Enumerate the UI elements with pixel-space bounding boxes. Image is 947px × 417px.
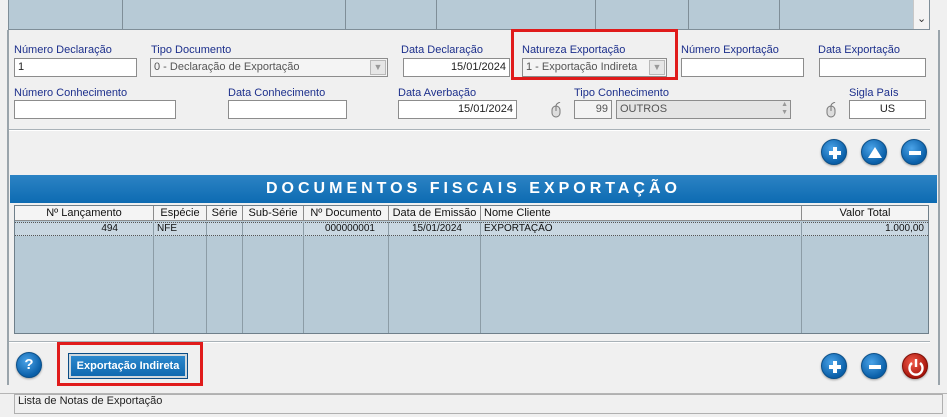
minus-icon [909,151,921,155]
numero-conhecimento-input[interactable] [14,100,176,119]
section-title: DOCUMENTOS FISCAIS EXPORTAÇÃO [10,175,937,203]
plus-icon [829,147,841,159]
cell-valor-total: 1.000,00 [885,223,924,234]
data-averbacao-input[interactable]: 15/01/2024 [398,100,517,119]
label-tipo-documento: Tipo Documento [151,44,232,56]
help-icon: ? [24,356,34,373]
tipo-documento-value: 0 - Declaração de Exportação [154,61,300,73]
top-grid: ⌄ [8,0,930,30]
add-document-button[interactable] [821,139,847,165]
sigla-pais-input[interactable]: US [849,100,926,119]
remove-document-button[interactable] [901,139,927,165]
cell-lancamento: 494 [101,223,118,234]
label-sigla-pais: Sigla País [849,87,899,99]
cell-documento: 000000001 [324,223,375,234]
data-conhecimento-input[interactable] [228,100,347,119]
chevron-down-icon[interactable]: ▼ [370,60,386,75]
cell-sub-serie [243,222,303,236]
frame-left [7,30,9,385]
label-numero-exportacao: Número Exportação [681,44,779,56]
col-header-nome-cliente[interactable]: Nome Cliente [481,206,802,221]
col-header-especie[interactable]: Espécie [154,206,207,221]
help-button[interactable]: ? [16,352,42,378]
status-text: Lista de Notas de Exportação [18,395,163,407]
label-data-conhecimento: Data Conhecimento [228,87,326,99]
mouse-icon[interactable] [824,102,838,118]
data-declaracao-input[interactable]: 15/01/2024 [403,58,510,77]
numero-exportacao-input[interactable] [681,58,804,77]
plus-icon [829,361,841,373]
label-data-exportacao: Data Exportação [818,44,900,56]
label-tipo-conhecimento: Tipo Conhecimento [574,87,669,99]
exit-button[interactable] [902,353,928,379]
col-header-documento[interactable]: Nº Documento [304,206,389,221]
exportacao-indireta-button[interactable]: Exportação Indireta [68,353,188,379]
cell-data-emissao: 15/01/2024 [411,223,462,234]
frame-right [938,30,940,385]
move-up-button[interactable] [861,139,887,165]
remove-button[interactable] [861,353,887,379]
chevron-down-icon[interactable]: ⌄ [917,12,926,25]
highlight-natureza [511,29,678,80]
documents-table[interactable]: Nº Lançamento Espécie Série Sub-Série Nº… [14,205,929,334]
power-icon [908,359,924,376]
label-data-declaracao: Data Declaração [401,44,483,56]
label-numero-conhecimento: Número Conhecimento [14,87,128,99]
grid-scrollbar[interactable]: ⌄ [913,0,929,29]
cell-serie [207,222,242,236]
label-data-averbacao: Data Averbação [398,87,477,99]
col-header-serie[interactable]: Série [207,206,243,221]
label-numero-declaracao: Número Declaração [14,44,112,56]
col-header-data-emissao[interactable]: Data de Emissão [389,206,481,221]
minus-icon [869,365,881,369]
add-button[interactable] [821,353,847,379]
tipo-conhecimento-code[interactable]: 99 [574,100,612,119]
col-header-lancamento[interactable]: Nº Lançamento [15,206,154,221]
mouse-icon[interactable] [549,102,563,118]
data-exportacao-input[interactable] [819,58,926,77]
triangle-up-icon [868,147,882,158]
tipo-conhecimento-description: OUTROS ▲ ▼ [616,100,791,119]
numero-declaracao-input[interactable]: 1 [14,58,137,77]
divider [9,129,930,131]
col-header-valor-total[interactable]: Valor Total [802,206,928,221]
spinner-icon[interactable]: ▲ ▼ [781,101,788,117]
tipo-documento-select[interactable]: 0 - Declaração de Exportação ▼ [150,58,388,77]
cell-especie: NFE [157,223,177,234]
col-header-sub-serie[interactable]: Sub-Série [243,206,304,221]
cell-nome-cliente: EXPORTAÇÃO [484,223,553,234]
tipo-conhecimento-text: OUTROS [620,103,668,115]
